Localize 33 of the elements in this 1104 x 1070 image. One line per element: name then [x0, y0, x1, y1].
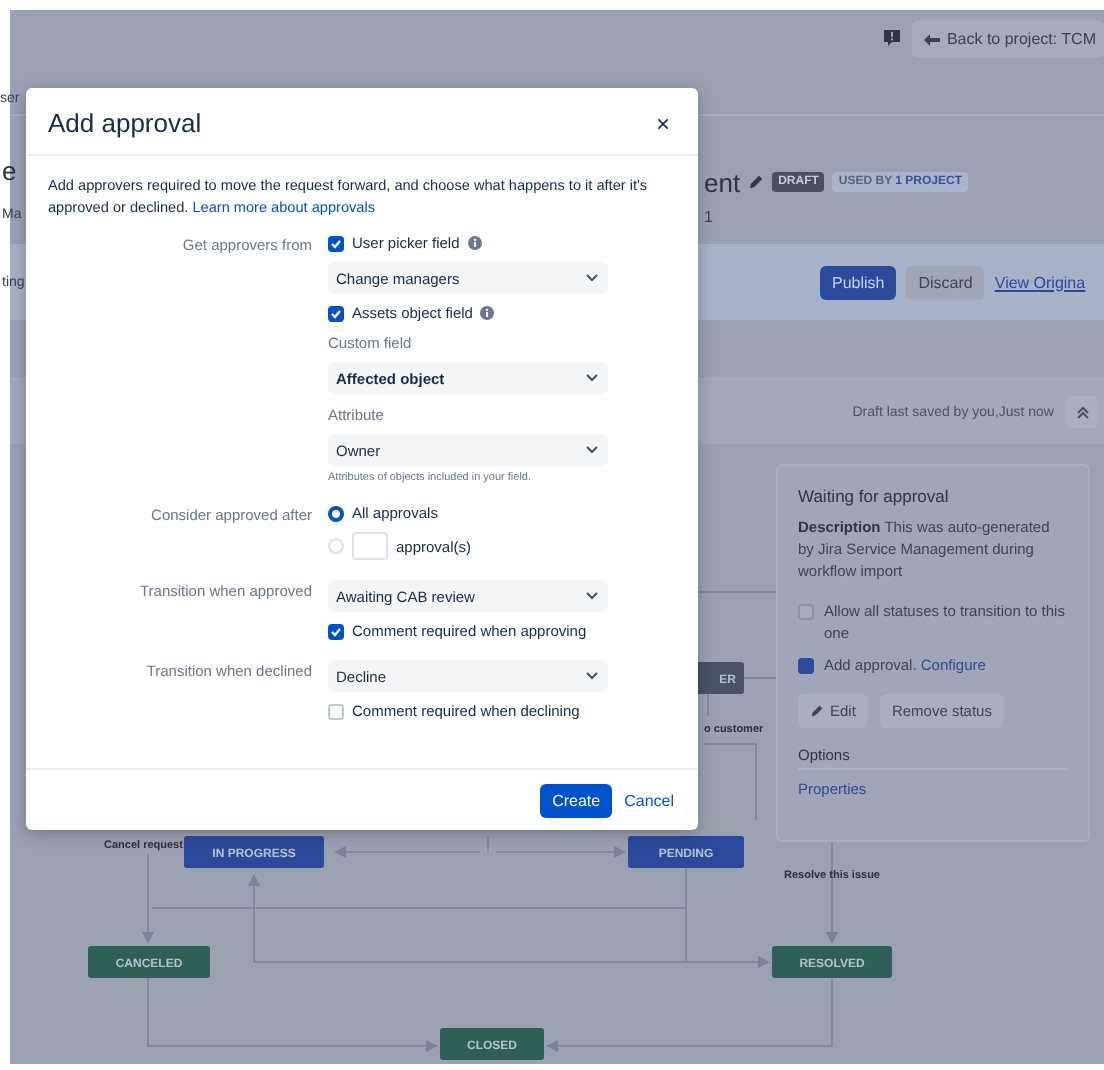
chevron-down-icon: [586, 672, 598, 680]
checkbox[interactable]: [798, 657, 814, 673]
checkbox[interactable]: [798, 603, 814, 619]
panel-title: Waiting for approval: [798, 486, 951, 506]
checkbox[interactable]: [328, 623, 344, 639]
pencil-icon[interactable]: [748, 174, 765, 190]
collapse-button[interactable]: [1066, 396, 1098, 428]
chevron-down-icon: [586, 446, 598, 454]
info-icon[interactable]: [480, 306, 495, 320]
workflow-title: ent: [704, 167, 741, 197]
close-button[interactable]: ×: [651, 109, 674, 137]
create-button[interactable]: Create: [540, 784, 613, 818]
radio-button[interactable]: [328, 505, 344, 521]
cancel-button[interactable]: Cancel: [624, 784, 674, 818]
back-button[interactable]: Back to project: TCM: [912, 20, 1104, 58]
double-chevron-up-icon: [1075, 405, 1089, 419]
info-icon[interactable]: [467, 236, 482, 250]
publish-button[interactable]: Publish: [820, 265, 897, 299]
dialog-title: Add approval: [48, 108, 202, 138]
chevron-down-icon: [586, 274, 598, 282]
approval-count-field[interactable]: [352, 532, 388, 560]
checkbox[interactable]: [328, 235, 344, 251]
checkbox[interactable]: [328, 703, 344, 719]
subtitle-text: 1: [704, 208, 715, 230]
chevron-down-icon: [586, 592, 598, 600]
chevron-down-icon: [586, 374, 598, 382]
feedback-icon[interactable]: [882, 28, 903, 48]
page-title: e: [2, 156, 17, 190]
view-original-link[interactable]: View Origina: [994, 265, 1086, 299]
pencil-icon: [810, 704, 824, 718]
checkbox[interactable]: [328, 305, 344, 321]
discard-button[interactable]: Discard: [906, 265, 985, 299]
arrow-left-icon: [924, 33, 941, 45]
